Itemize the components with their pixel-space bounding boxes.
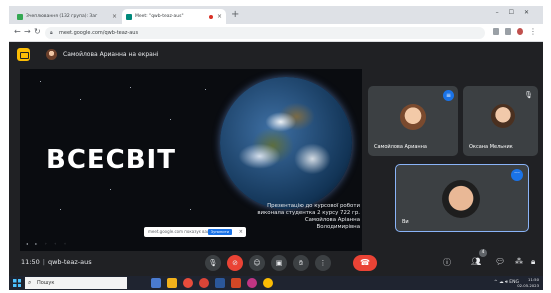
- tab-label: Meet: "qwb-teaz-aus": [135, 14, 184, 19]
- present-button[interactable]: ▣: [271, 255, 287, 271]
- clock-date: 02.05.2023: [517, 283, 539, 288]
- close-tab-icon[interactable]: ×: [217, 13, 222, 20]
- chrome-icon[interactable]: [199, 278, 209, 288]
- participant-count-badge: 4: [479, 249, 487, 257]
- more-options-button[interactable]: ⋮: [315, 255, 331, 271]
- shared-screen: ВСЕСВІТ Презентацію до курсової роботи в…: [20, 69, 362, 251]
- participant-name: Ви: [402, 219, 409, 225]
- word-icon[interactable]: [215, 278, 225, 288]
- caption-line: виконала студентка 2 курсу 722 гр.: [257, 210, 360, 216]
- participant-tile[interactable]: ≡ Самойлова Арианна: [368, 86, 458, 156]
- slide-navigation[interactable]: ◂ ▸ ◦ ◦ ◦: [26, 241, 69, 246]
- captions-button[interactable]: ☺: [249, 255, 265, 271]
- reload-icon[interactable]: ↻: [34, 27, 41, 36]
- speaking-indicator-icon: ≡: [443, 90, 454, 101]
- browser-tab-strip: Зчеплювання (132 група): Заг × Meet: "qw…: [9, 6, 543, 24]
- powerpoint-icon[interactable]: [231, 278, 241, 288]
- browser-tab-meet[interactable]: Meet: "qwb-teaz-aus" ×: [122, 9, 226, 24]
- earth-image: [220, 77, 352, 209]
- participant-name: Самойлова Арианна: [374, 144, 428, 150]
- meeting-code: qwb-teaz-aus: [47, 258, 92, 266]
- classroom-icon: [17, 13, 23, 20]
- url-text: meet.google.com/qwb-teaz-aus: [59, 30, 139, 36]
- windows-start-icon[interactable]: [13, 279, 21, 287]
- back-icon[interactable]: ←: [14, 27, 21, 36]
- meeting-controls: 11:50 | qwb-teaz-aus 🎙︎ ⊘ ☺ ▣ ✋︎ ⋮ ☎︎ ⓘ 👥︎…: [9, 249, 543, 275]
- task-view-icon[interactable]: [151, 278, 161, 288]
- menu-icon[interactable]: ⋮: [529, 27, 537, 36]
- mic-button[interactable]: 🎙︎: [205, 255, 221, 271]
- system-tray[interactable]: ^ ☁ 🔊︎ ENG: [494, 279, 519, 285]
- people-icon[interactable]: 👥︎: [471, 257, 481, 266]
- activities-icon[interactable]: ⁂: [515, 257, 523, 266]
- participant-tile[interactable]: 🎙︎ Оксана Мельник: [463, 86, 538, 156]
- search-placeholder: Пошук: [37, 280, 55, 286]
- chat-icon[interactable]: 💬︎: [495, 257, 505, 266]
- more-options-icon[interactable]: ···: [511, 169, 523, 181]
- participant-name: Оксана Мельник: [469, 144, 513, 150]
- close-icon[interactable]: ×: [239, 227, 243, 237]
- caption-line: Самойлова Аріанна: [304, 217, 360, 223]
- forward-icon[interactable]: →: [24, 27, 31, 36]
- presenting-banner: Самойлова Арианна на екрані: [9, 42, 543, 68]
- avatar: [442, 180, 480, 218]
- camera-off-button[interactable]: ⊘: [227, 255, 243, 271]
- app-icon[interactable]: [263, 278, 273, 288]
- stop-sharing-button[interactable]: Зупинити: [207, 229, 232, 235]
- new-tab-button[interactable]: +: [231, 9, 239, 20]
- self-tile[interactable]: ··· Ви: [395, 164, 529, 232]
- leave-call-button[interactable]: ☎︎: [353, 255, 377, 271]
- presenter-avatar: [46, 49, 57, 60]
- os-taskbar: ⌕ Пошук ^ ☁ 🔊︎ ENG 11:50 02.05.2023: [9, 276, 543, 290]
- close-tab-icon[interactable]: ×: [112, 13, 117, 20]
- host-controls-icon[interactable]: 🔒︎: [531, 257, 535, 267]
- present-screen-icon[interactable]: [17, 48, 30, 61]
- recording-indicator-icon: [208, 14, 213, 19]
- mic-off-icon: 🎙︎: [524, 91, 533, 99]
- screen: Зчеплювання (132 група): Заг × Meet: "qw…: [9, 6, 543, 290]
- address-bar-row: ← → ↻ 🔒︎ meet.google.com/qwb-teaz-aus ⋮: [9, 24, 543, 42]
- presenting-text: Самойлова Арианна на екрані: [63, 51, 159, 58]
- taskbar-search[interactable]: ⌕ Пошук: [25, 277, 127, 289]
- opera-icon[interactable]: [183, 278, 193, 288]
- app-icon[interactable]: [247, 278, 257, 288]
- avatar: [491, 104, 515, 128]
- meet-icon: [126, 13, 132, 20]
- info-icon[interactable]: ⓘ: [443, 257, 451, 268]
- url-field[interactable]: 🔒︎ meet.google.com/qwb-teaz-aus: [45, 27, 485, 39]
- meeting-info: 11:50 | qwb-teaz-aus: [21, 258, 92, 266]
- browser-tab-classroom[interactable]: Зчеплювання (132 група): Заг ×: [13, 9, 121, 24]
- search-icon: ⌕: [28, 279, 32, 286]
- file-explorer-icon[interactable]: [167, 278, 177, 288]
- extension-icon[interactable]: [493, 28, 499, 35]
- tab-label: Зчеплювання (132 група): Заг: [26, 14, 98, 19]
- window-controls[interactable]: –☐✕: [496, 9, 539, 16]
- taskbar-clock[interactable]: 11:50 02.05.2023: [517, 277, 539, 289]
- meeting-time: 11:50: [21, 258, 40, 266]
- lock-icon: 🔒︎: [50, 30, 53, 36]
- profile-avatar[interactable]: [517, 28, 523, 35]
- extension-icon[interactable]: [505, 28, 511, 35]
- screen-share-notice: meet.google.com показує ваш екран Зупини…: [144, 227, 246, 237]
- avatar: [400, 104, 426, 130]
- caption-line: Презентацію до курсової роботи: [267, 203, 360, 209]
- raise-hand-button[interactable]: ✋︎: [293, 255, 309, 271]
- slide-title: ВСЕСВІТ: [46, 145, 176, 175]
